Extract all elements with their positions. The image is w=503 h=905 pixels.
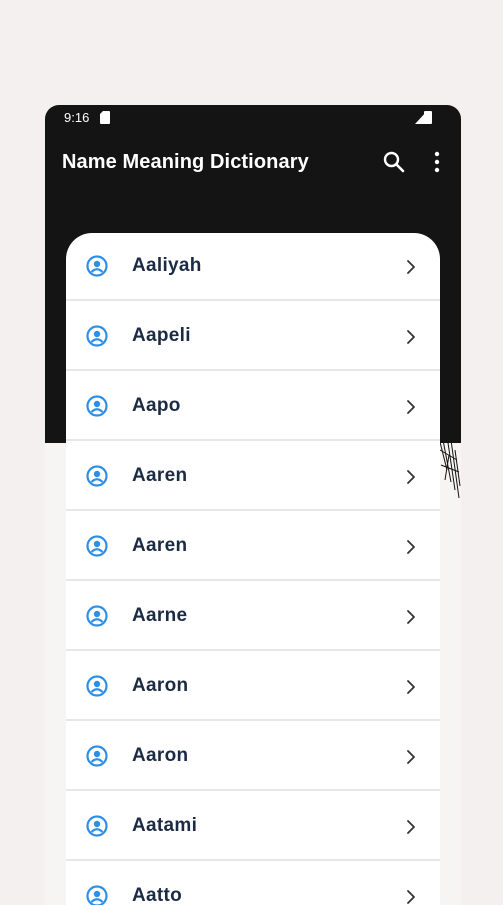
list-item[interactable]: Aaron [66, 653, 440, 721]
chevron-right-icon [405, 538, 417, 556]
chevron-right-icon [405, 608, 417, 626]
phone-screen: 9:16 Name Meaning Dictionary [45, 105, 461, 905]
account-circle-icon [86, 325, 108, 347]
list-item-label: Aarne [132, 605, 187, 627]
chevron-right-icon [405, 888, 417, 905]
list-item-label: Aaron [132, 745, 188, 767]
account-circle-icon [86, 465, 108, 487]
chevron-right-icon [405, 468, 417, 486]
battery-icon [424, 111, 432, 124]
chevron-right-icon [405, 748, 417, 766]
list-item[interactable]: Aaren [66, 443, 440, 511]
chevron-right-icon [405, 398, 417, 416]
account-circle-icon [86, 255, 108, 277]
list-item[interactable]: Aapo [66, 373, 440, 441]
decorative-scratch-texture [437, 410, 461, 500]
list-item-label: Aatto [132, 885, 182, 905]
account-circle-icon [86, 885, 108, 905]
list-item-label: Aaron [132, 675, 188, 697]
account-circle-icon [86, 745, 108, 767]
app-title: Name Meaning Dictionary [62, 151, 309, 174]
account-circle-icon [86, 675, 108, 697]
chevron-right-icon [405, 678, 417, 696]
list-item[interactable]: Aaren [66, 513, 440, 581]
list-item-label: Aaliyah [132, 255, 202, 277]
more-vert-icon[interactable] [428, 149, 446, 175]
sim-card-icon [100, 111, 110, 124]
account-circle-icon [86, 605, 108, 627]
search-icon[interactable] [381, 149, 407, 175]
list-item-label: Aatami [132, 815, 197, 837]
chevron-right-icon [405, 258, 417, 276]
list-item-label: Aaren [132, 465, 187, 487]
chevron-right-icon [405, 818, 417, 836]
app-toolbar: Name Meaning Dictionary [45, 141, 461, 185]
status-bar: 9:16 [45, 105, 461, 131]
list-item-label: Aapeli [132, 325, 191, 347]
status-time: 9:16 [64, 110, 89, 125]
list-item-label: Aaren [132, 535, 187, 557]
list-item[interactable]: Aarne [66, 583, 440, 651]
list-item[interactable]: Aatami [66, 793, 440, 861]
list-item[interactable]: Aatto [66, 863, 440, 905]
list-item-label: Aapo [132, 395, 181, 417]
list-item[interactable]: Aaliyah [66, 233, 440, 301]
names-list-card: Aaliyah Aapeli Aapo Aaren Aaren Aarne Aaron Aar… [66, 233, 440, 905]
list-item[interactable]: Aapeli [66, 303, 440, 371]
account-circle-icon [86, 815, 108, 837]
chevron-right-icon [405, 328, 417, 346]
account-circle-icon [86, 395, 108, 417]
account-circle-icon [86, 535, 108, 557]
list-item[interactable]: Aaron [66, 723, 440, 791]
